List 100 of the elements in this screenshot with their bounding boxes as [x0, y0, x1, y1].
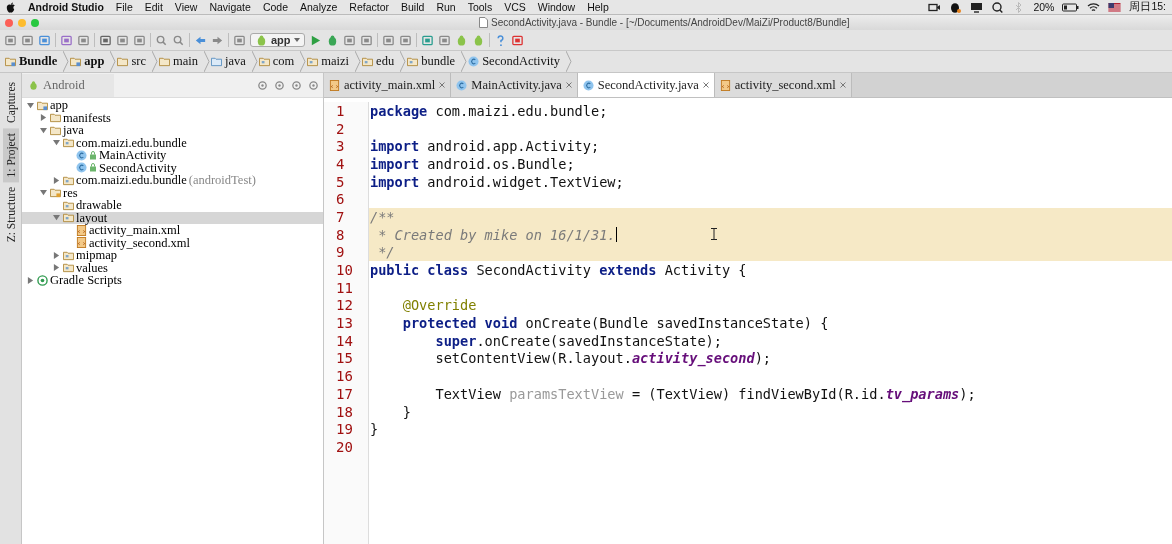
tree-item-label: com.maizi.edu.bundle	[76, 174, 187, 187]
breadcrumb-separator	[203, 51, 210, 72]
tool-window-tab[interactable]: Captures	[2, 77, 19, 128]
tree-row[interactable]: values	[22, 261, 323, 274]
tool-window-tab[interactable]: 1: Project	[2, 127, 19, 183]
collapse-arrow-icon[interactable]	[40, 114, 47, 122]
battery-icon[interactable]	[1062, 1, 1080, 13]
menu-item[interactable]: View	[174, 1, 198, 13]
tree-row[interactable]: activity_second.xml	[22, 236, 323, 249]
replace-icon[interactable]	[172, 33, 185, 47]
target-icon[interactable]	[257, 79, 268, 91]
tree-row[interactable]: res	[22, 186, 323, 199]
expand-arrow-icon[interactable]	[53, 139, 60, 147]
breadcrumb-separator	[63, 51, 70, 72]
code-line: setContentView(R.layout.activity_second);	[434, 350, 772, 367]
menu-item[interactable]: Help	[587, 1, 609, 13]
breadcrumb[interactable]: main	[157, 51, 204, 72]
run-configuration-dropdown[interactable]: app	[250, 33, 305, 47]
line-number: 4	[336, 155, 345, 172]
tree-row[interactable]: com.maizi.edu.bundle (androidTest)	[22, 174, 323, 187]
expand-arrow-icon[interactable]	[40, 189, 47, 197]
line-number: 18	[336, 403, 353, 420]
menu-item[interactable]: Navigate	[209, 1, 251, 13]
zoom-button[interactable]	[31, 18, 39, 27]
tool-window-tab[interactable]: Z: Structure	[2, 182, 19, 248]
expand-arrow-icon[interactable]	[40, 126, 47, 134]
menu-item[interactable]: Code	[262, 1, 288, 13]
close-icon[interactable]	[565, 82, 572, 88]
breadcrumb[interactable]: app	[69, 51, 111, 72]
breadcrumb[interactable]: maizi	[306, 51, 356, 72]
tree-row[interactable]: java	[22, 124, 323, 137]
tree-row[interactable]: activity_main.xml	[22, 224, 323, 237]
display-icon[interactable]	[970, 1, 984, 13]
breadcrumb[interactable]: edu	[361, 51, 401, 72]
flag-icon[interactable]	[1108, 1, 1122, 13]
tree-row[interactable]: drawable	[22, 199, 323, 212]
menu-item[interactable]: Build	[401, 1, 425, 13]
close-button[interactable]	[5, 18, 13, 27]
menu-item[interactable]: Edit	[144, 1, 163, 13]
collapse-arrow-icon[interactable]	[53, 176, 60, 184]
breadcrumb[interactable]: java	[209, 51, 252, 72]
clock[interactable]: 周日15:	[1129, 0, 1166, 14]
menu-item[interactable]: Window	[537, 1, 576, 13]
breadcrumb[interactable]: Bundle	[4, 51, 64, 72]
wifi-icon[interactable]	[1087, 1, 1101, 13]
menu-item[interactable]: Tools	[467, 1, 493, 13]
collapse-arrow-icon[interactable]	[53, 264, 60, 272]
tree-row[interactable]: app	[22, 99, 323, 112]
project-view-dropdown[interactable]: Android	[22, 73, 114, 97]
line-number: 15	[336, 350, 353, 367]
xml-file-icon	[76, 224, 87, 236]
app-name-menu[interactable]: Android Studio	[28, 1, 104, 13]
xml-file-icon	[719, 79, 731, 91]
menu-item[interactable]: Refactor	[349, 1, 390, 13]
menu-item[interactable]: File	[115, 1, 133, 13]
tree-row[interactable]: Gradle Scripts	[22, 274, 323, 287]
tree-item-label: MainActivity	[99, 149, 167, 162]
collapse-arrow-icon[interactable]	[53, 251, 60, 259]
breadcrumb-separator	[300, 51, 307, 72]
line-number: 16	[336, 368, 353, 385]
breadcrumb[interactable]: SecondActivity	[467, 51, 566, 72]
camera-icon[interactable]	[928, 1, 942, 13]
tree-item-suffix: (androidTest)	[188, 174, 256, 187]
menu-item[interactable]: Run	[436, 1, 456, 13]
close-icon[interactable]	[839, 82, 846, 88]
expand-arrow-icon[interactable]	[53, 214, 60, 222]
apple-icon[interactable]	[6, 1, 16, 13]
code-line: package com.maizi.edu.bundle;	[370, 102, 608, 119]
code-line: protected void onCreate(Bundle savedInstanceState) {	[401, 315, 829, 332]
editor-tab[interactable]: SecondActivity.java	[577, 73, 715, 97]
collapse-arrow-icon[interactable]	[27, 276, 34, 284]
tree-row[interactable]: layout	[22, 211, 323, 224]
mouse-cursor-icon	[711, 227, 717, 240]
tree-row[interactable]: manifests	[22, 111, 323, 124]
menu-item[interactable]: Analyze	[300, 1, 338, 13]
tree-item-label: activity_second.xml	[89, 236, 191, 249]
tree-row[interactable]: mipmap	[22, 249, 323, 262]
editor-tab[interactable]: activity_second.xml	[714, 73, 852, 97]
gradle-icon	[37, 274, 48, 286]
tree-item-label: com.maizi.edu.bundle	[76, 136, 187, 149]
expand-arrow-icon[interactable]	[27, 101, 34, 109]
magnifier-icon[interactable]	[991, 1, 1005, 13]
breadcrumb[interactable]: src	[116, 51, 152, 72]
module-folder-icon	[70, 56, 82, 67]
close-icon[interactable]	[702, 82, 709, 88]
code-line: */	[377, 244, 395, 261]
editor-tab[interactable]: activity_main.xml	[324, 73, 452, 97]
line-number: 12	[336, 297, 353, 314]
close-icon[interactable]	[439, 82, 446, 88]
penguin-icon[interactable]	[949, 1, 963, 13]
line-number: 7	[336, 208, 345, 225]
tree-row[interactable]: SecondActivity	[22, 161, 323, 174]
breadcrumb[interactable]: com	[257, 51, 301, 72]
android-icon	[28, 79, 39, 91]
editor-tab[interactable]: MainActivity.java	[451, 73, 578, 97]
breadcrumb[interactable]: bundle	[406, 51, 462, 72]
tree-row[interactable]: com.maizi.edu.bundle	[22, 136, 323, 149]
tree-row[interactable]: MainActivity	[22, 149, 323, 162]
search-icon[interactable]	[155, 33, 168, 47]
menu-item[interactable]: VCS	[504, 1, 526, 13]
